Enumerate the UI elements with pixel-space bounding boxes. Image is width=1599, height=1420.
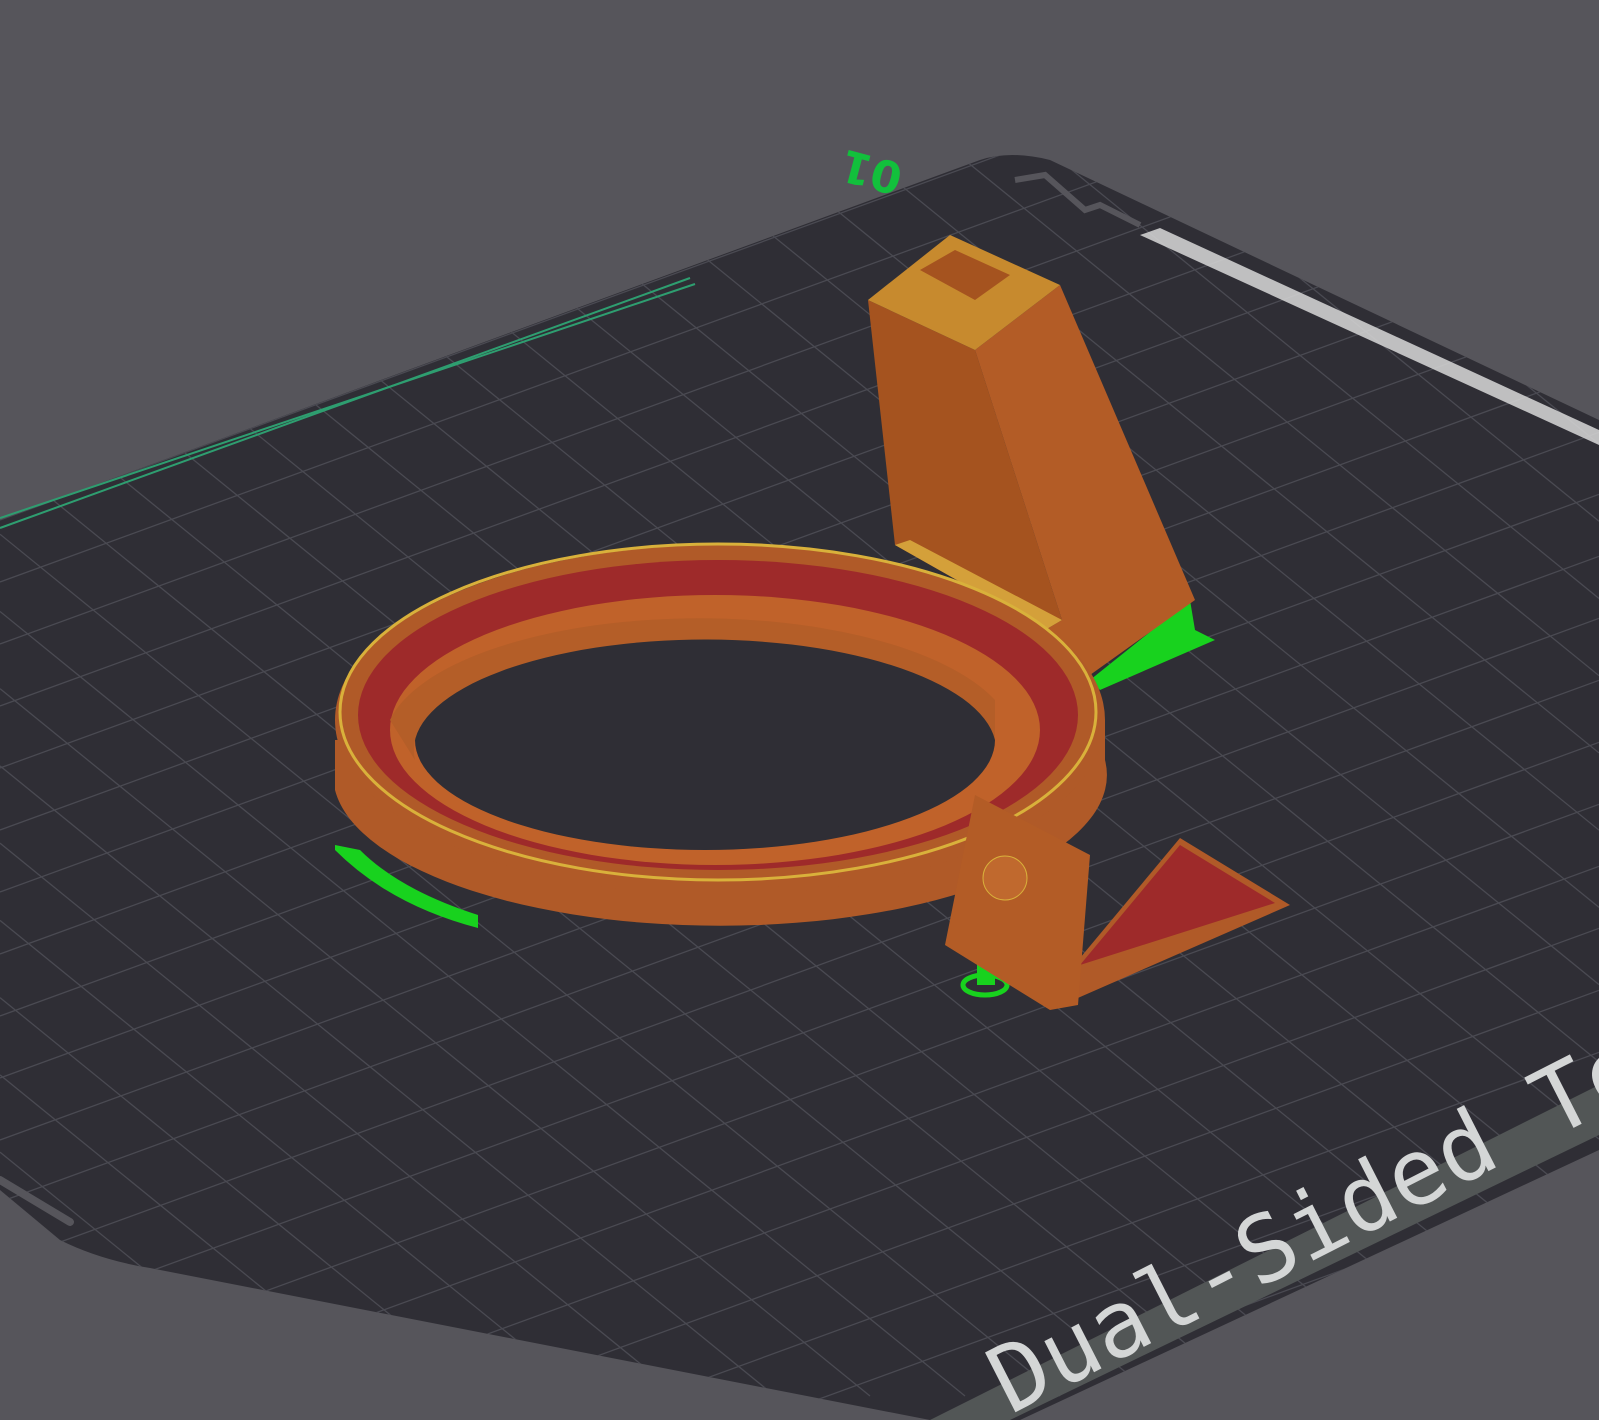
- grid-line: [0, 0, 236, 86]
- plate-number: 01: [835, 139, 907, 204]
- grid-line: [1271, 1299, 1599, 1420]
- grid-line: [1528, 0, 1599, 58]
- scene: Dual-Sided Text 01: [0, 0, 1599, 1420]
- grid-line: [1337, 155, 1599, 213]
- 3d-preview-viewport[interactable]: Dual-Sided Text 01: [0, 0, 1599, 1420]
- grid-line: [0, 155, 576, 211]
- grid-line: [0, 155, 746, 273]
- grid-line: [1433, 0, 1599, 135]
- grid-line: [0, 1383, 16, 1397]
- grid-line: [0, 0, 405, 148]
- grid-line: [1440, 1361, 1599, 1420]
- grid-line: [0, 0, 66, 24]
- grid-line: [1242, 155, 1599, 291]
- grid-line: [0, 1306, 111, 1397]
